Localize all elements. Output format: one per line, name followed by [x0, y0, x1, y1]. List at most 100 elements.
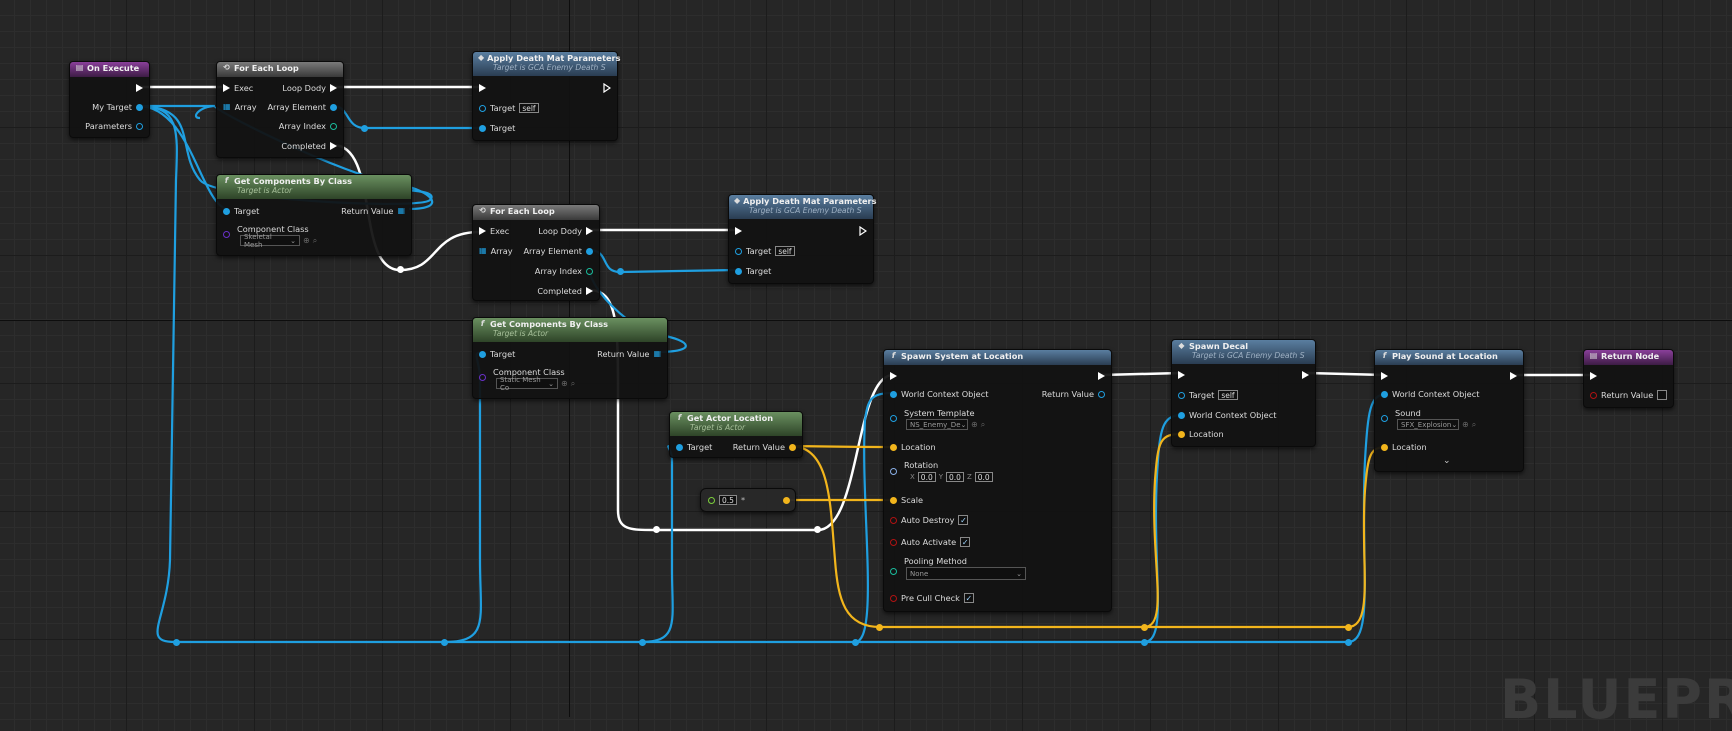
location-pin[interactable]: Location [1381, 441, 1427, 453]
exec-out-pin[interactable] [859, 225, 867, 237]
vector-out-pin[interactable] [783, 494, 790, 506]
template-dropdown[interactable]: NS_Enemy_De ⌄ [906, 419, 968, 430]
target-pin[interactable]: Target self [1178, 389, 1238, 401]
auto-activate-checkbox[interactable]: ✓ [960, 537, 971, 547]
browse-icon[interactable]: ⊕ [303, 236, 310, 245]
apply-death-mat-node[interactable]: ◆ Apply Death Mat Parameters Target is GC… [472, 51, 620, 141]
search-icon[interactable]: ⌕ [571, 379, 575, 389]
multiply-node[interactable]: 0.5 * [700, 488, 796, 512]
parameters-pin[interactable]: Parameters [85, 120, 143, 132]
target-pin[interactable]: Target [735, 265, 771, 277]
return-value-pin[interactable]: ▦ Return Value [597, 348, 661, 360]
exec-in-pin[interactable] [1178, 369, 1185, 381]
search-icon[interactable]: ⌕ [1472, 420, 1476, 430]
for-each-loop-node[interactable]: ⟲ For Each Loop Exec ▦ Array Loop Dody Arr… [472, 204, 600, 301]
array-index-pin[interactable]: Array Index [535, 265, 593, 277]
loop-body-pin[interactable]: Loop Dody [538, 225, 593, 237]
reroute-node[interactable] [1141, 624, 1148, 631]
get-components-by-class-node[interactable]: f Get Components By Class Target is Actor… [216, 174, 412, 256]
array-index-pin[interactable]: Array Index [279, 120, 337, 132]
target-pin[interactable]: Target [223, 205, 259, 217]
for-each-loop-node[interactable]: ⟲ For Each Loop Exec ▦ Array Loop Dody Arr… [216, 61, 344, 158]
reroute-node[interactable] [639, 639, 646, 646]
return-value-pin[interactable]: Return Value [1042, 388, 1105, 400]
get-components-by-class-node[interactable]: f Get Components By Class Target is Actor… [472, 317, 668, 399]
target-pin[interactable]: Target [676, 441, 712, 453]
reroute-node[interactable] [361, 125, 368, 132]
reroute-node[interactable] [814, 526, 821, 533]
reroute-node[interactable] [653, 526, 660, 533]
exec-in-pin[interactable] [479, 82, 486, 94]
exec-out-pin[interactable] [1510, 370, 1517, 382]
exec-in-pin[interactable] [1381, 370, 1388, 382]
location-pin[interactable]: Location [1178, 428, 1224, 440]
class-dropdown[interactable]: Static Mesh Co ⌄ [496, 376, 558, 392]
reroute-node[interactable] [876, 624, 883, 631]
auto-destroy-pin[interactable]: Auto Destroy ✓ [890, 514, 969, 526]
sound-pin[interactable] [1381, 412, 1388, 424]
float-value-field[interactable]: 0.5 [719, 495, 737, 505]
world-context-pin[interactable]: World Context Object [890, 388, 988, 400]
exec-out-pin[interactable] [1098, 370, 1105, 382]
browse-icon[interactable]: ⊕ [971, 420, 978, 429]
rotation-pin[interactable] [890, 465, 897, 477]
loop-body-pin[interactable]: Loop Dody [282, 82, 337, 94]
array-pin[interactable]: ▦ Array [223, 101, 257, 113]
reroute-node[interactable] [1141, 639, 1148, 646]
reroute-node[interactable] [1345, 639, 1352, 646]
reroute-node[interactable] [1345, 624, 1352, 631]
reroute-node[interactable] [852, 639, 859, 646]
exec-out-pin[interactable] [1302, 369, 1309, 381]
reroute-node[interactable] [173, 639, 180, 646]
target-self-pin[interactable]: Target self [735, 245, 795, 257]
pre-cull-check-pin[interactable]: Pre Cull Check ✓ [890, 592, 974, 604]
return-value-checkbox[interactable] [1657, 390, 1668, 400]
spawn-system-at-location-node[interactable]: f Spawn System at Location World Context … [883, 349, 1112, 612]
browse-icon[interactable]: ⊕ [1462, 420, 1469, 429]
target-pin[interactable]: Target [479, 348, 515, 360]
exec-in-pin[interactable]: Exec [223, 82, 253, 94]
auto-activate-pin[interactable]: Auto Activate ✓ [890, 536, 971, 548]
array-pin[interactable]: ▦ Array [479, 245, 513, 257]
exec-in-pin[interactable] [890, 370, 897, 382]
system-template-pin[interactable] [890, 412, 897, 424]
exec-out-pin[interactable] [136, 82, 143, 94]
return-value-pin[interactable]: ▦ Return Value [341, 205, 405, 217]
pooling-method-pin[interactable] [890, 565, 897, 577]
self-field[interactable]: self [519, 103, 539, 113]
reroute-node[interactable] [617, 268, 624, 275]
exec-in-pin[interactable] [1590, 370, 1597, 382]
exec-out-pin[interactable] [603, 82, 611, 94]
class-dropdown[interactable]: Skeletal Mesh ⌄ [240, 233, 300, 249]
reroute-node[interactable] [397, 266, 404, 273]
rotation-x-field[interactable]: 0.0 [917, 472, 936, 482]
self-field[interactable]: self [1218, 390, 1238, 400]
world-context-pin[interactable]: World Context Object [1381, 388, 1479, 400]
get-actor-location-node[interactable]: f Get Actor Location Target is Actor Targ… [669, 411, 803, 458]
sound-dropdown[interactable]: SFX_Explosion ⌄ [1397, 419, 1459, 430]
exec-in-pin[interactable] [735, 225, 742, 237]
completed-pin[interactable]: Completed [537, 285, 593, 297]
array-element-pin[interactable]: Array Element [267, 101, 337, 113]
scale-pin[interactable]: Scale [890, 494, 923, 506]
return-value-pin[interactable]: Return Value [733, 441, 796, 453]
return-value-pin[interactable]: Return Value [1590, 389, 1668, 401]
browse-icon[interactable]: ⊕ [561, 379, 568, 388]
target-pin[interactable]: Target [479, 122, 515, 134]
rotation-y-field[interactable]: 0.0 [946, 472, 964, 482]
on-execute-node[interactable]: ▤ On Execute My Target Parameters [69, 61, 150, 138]
pre-cull-checkbox[interactable]: ✓ [963, 593, 974, 603]
exec-in-pin[interactable]: Exec [479, 225, 509, 237]
location-pin[interactable]: Location [890, 441, 936, 453]
search-icon[interactable]: ⌕ [981, 420, 985, 430]
self-field[interactable]: self [775, 246, 795, 256]
search-icon[interactable]: ⌕ [313, 236, 317, 246]
auto-destroy-checkbox[interactable]: ✓ [958, 515, 969, 525]
pooling-dropdown[interactable]: None ⌄ [906, 567, 1026, 580]
reroute-node[interactable] [441, 639, 448, 646]
component-class-pin[interactable] [223, 228, 230, 240]
array-element-pin[interactable]: Array Element [523, 245, 593, 257]
rotation-z-field[interactable]: 0.0 [974, 472, 993, 482]
float-in-pin[interactable]: 0.5 * [708, 494, 745, 506]
play-sound-at-location-node[interactable]: f Play Sound at Location World Context Ob… [1374, 349, 1524, 472]
